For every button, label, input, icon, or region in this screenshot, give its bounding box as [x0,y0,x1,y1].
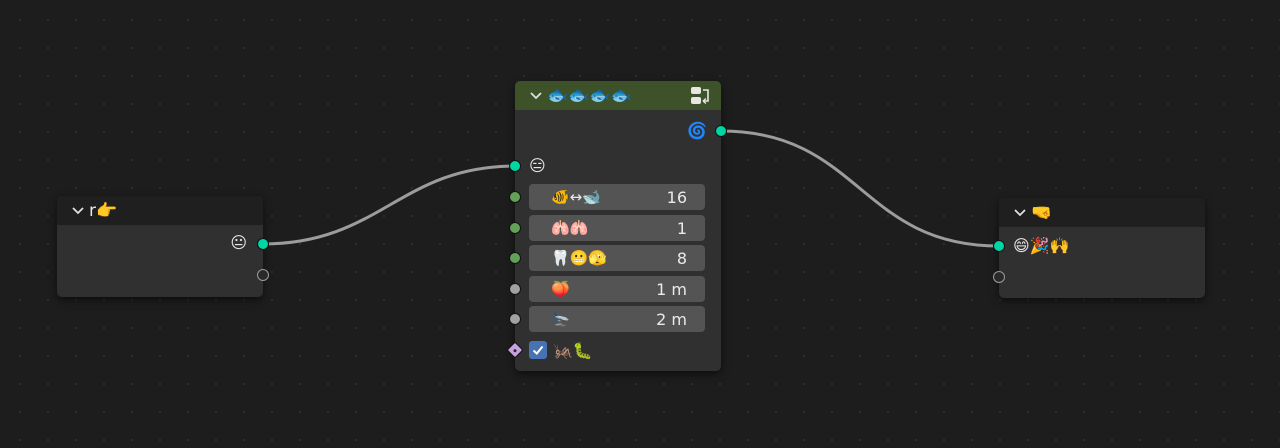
group-node-output-socket[interactable] [715,125,727,137]
checkmark-icon [532,345,544,355]
field-label: 🛬 [551,310,570,328]
field-value: 2 m [656,309,687,329]
field-row[interactable]: 🫁🫁 1 [529,215,705,241]
group-node-output-label: 🌀 [687,121,707,140]
field-value: 1 m [656,279,687,299]
field-row[interactable]: 🛬 2 m [529,306,705,332]
node-tree-icon[interactable] [690,85,712,107]
left-node-output-socket[interactable] [257,238,269,250]
right-node-title: 🤜 [1031,202,1053,223]
field-row[interactable]: 🦷😬🫣 8 [529,245,705,271]
group-node-title: 🐟🐟🐟🐟 [547,85,632,106]
field-label: 🦷😬🫣 [551,249,608,267]
right-node-header[interactable]: 🤜 [999,198,1205,227]
field-value: 16 [666,187,687,207]
right-node-extra-input-socket[interactable] [993,271,1005,283]
field-row[interactable]: 🍑 1 m [529,276,705,302]
chevron-down-icon[interactable] [1013,206,1027,220]
group-node-input-label: 😑 [529,156,546,175]
right-node[interactable]: 🤜 😄🎉🙌 [993,198,1205,298]
left-node-title: r👉 [89,200,118,221]
left-node-extra-output-socket[interactable] [257,269,269,281]
field-label: 🍑 [551,280,570,298]
group-node-header[interactable]: 🐟🐟🐟🐟 [515,81,721,110]
field-value: 1 [676,218,687,238]
field-row[interactable]: 🐠↔🐋 16 [529,184,705,210]
left-node-output-label: 😐 [230,233,247,252]
checkbox-label: 🦗🐛 [553,341,593,360]
option-checkbox[interactable] [529,341,547,359]
field-socket[interactable] [509,191,521,203]
right-node-input-socket[interactable] [993,240,1005,252]
left-node[interactable]: r👉 😐 [57,196,269,297]
left-node-header[interactable]: r👉 [57,196,263,225]
field-socket[interactable] [509,283,521,295]
chevron-down-icon[interactable] [71,204,85,218]
field-socket[interactable] [509,313,521,325]
field-socket[interactable] [509,252,521,264]
right-node-input-label: 😄🎉🙌 [1013,236,1070,255]
chevron-down-icon[interactable] [529,89,543,103]
field-value: 8 [676,248,687,268]
field-label: 🐠↔🐋 [551,188,601,206]
field-label: 🫁🫁 [551,219,589,237]
group-node[interactable]: 🐟🐟🐟🐟 🌀 😑 🐠↔🐋 16 🫁🫁 1 🦷😬🫣 8 🍑 1 m 🛬 2 m 🦗… [506,81,727,371]
group-node-input-socket[interactable] [509,160,521,172]
field-socket[interactable] [509,222,521,234]
